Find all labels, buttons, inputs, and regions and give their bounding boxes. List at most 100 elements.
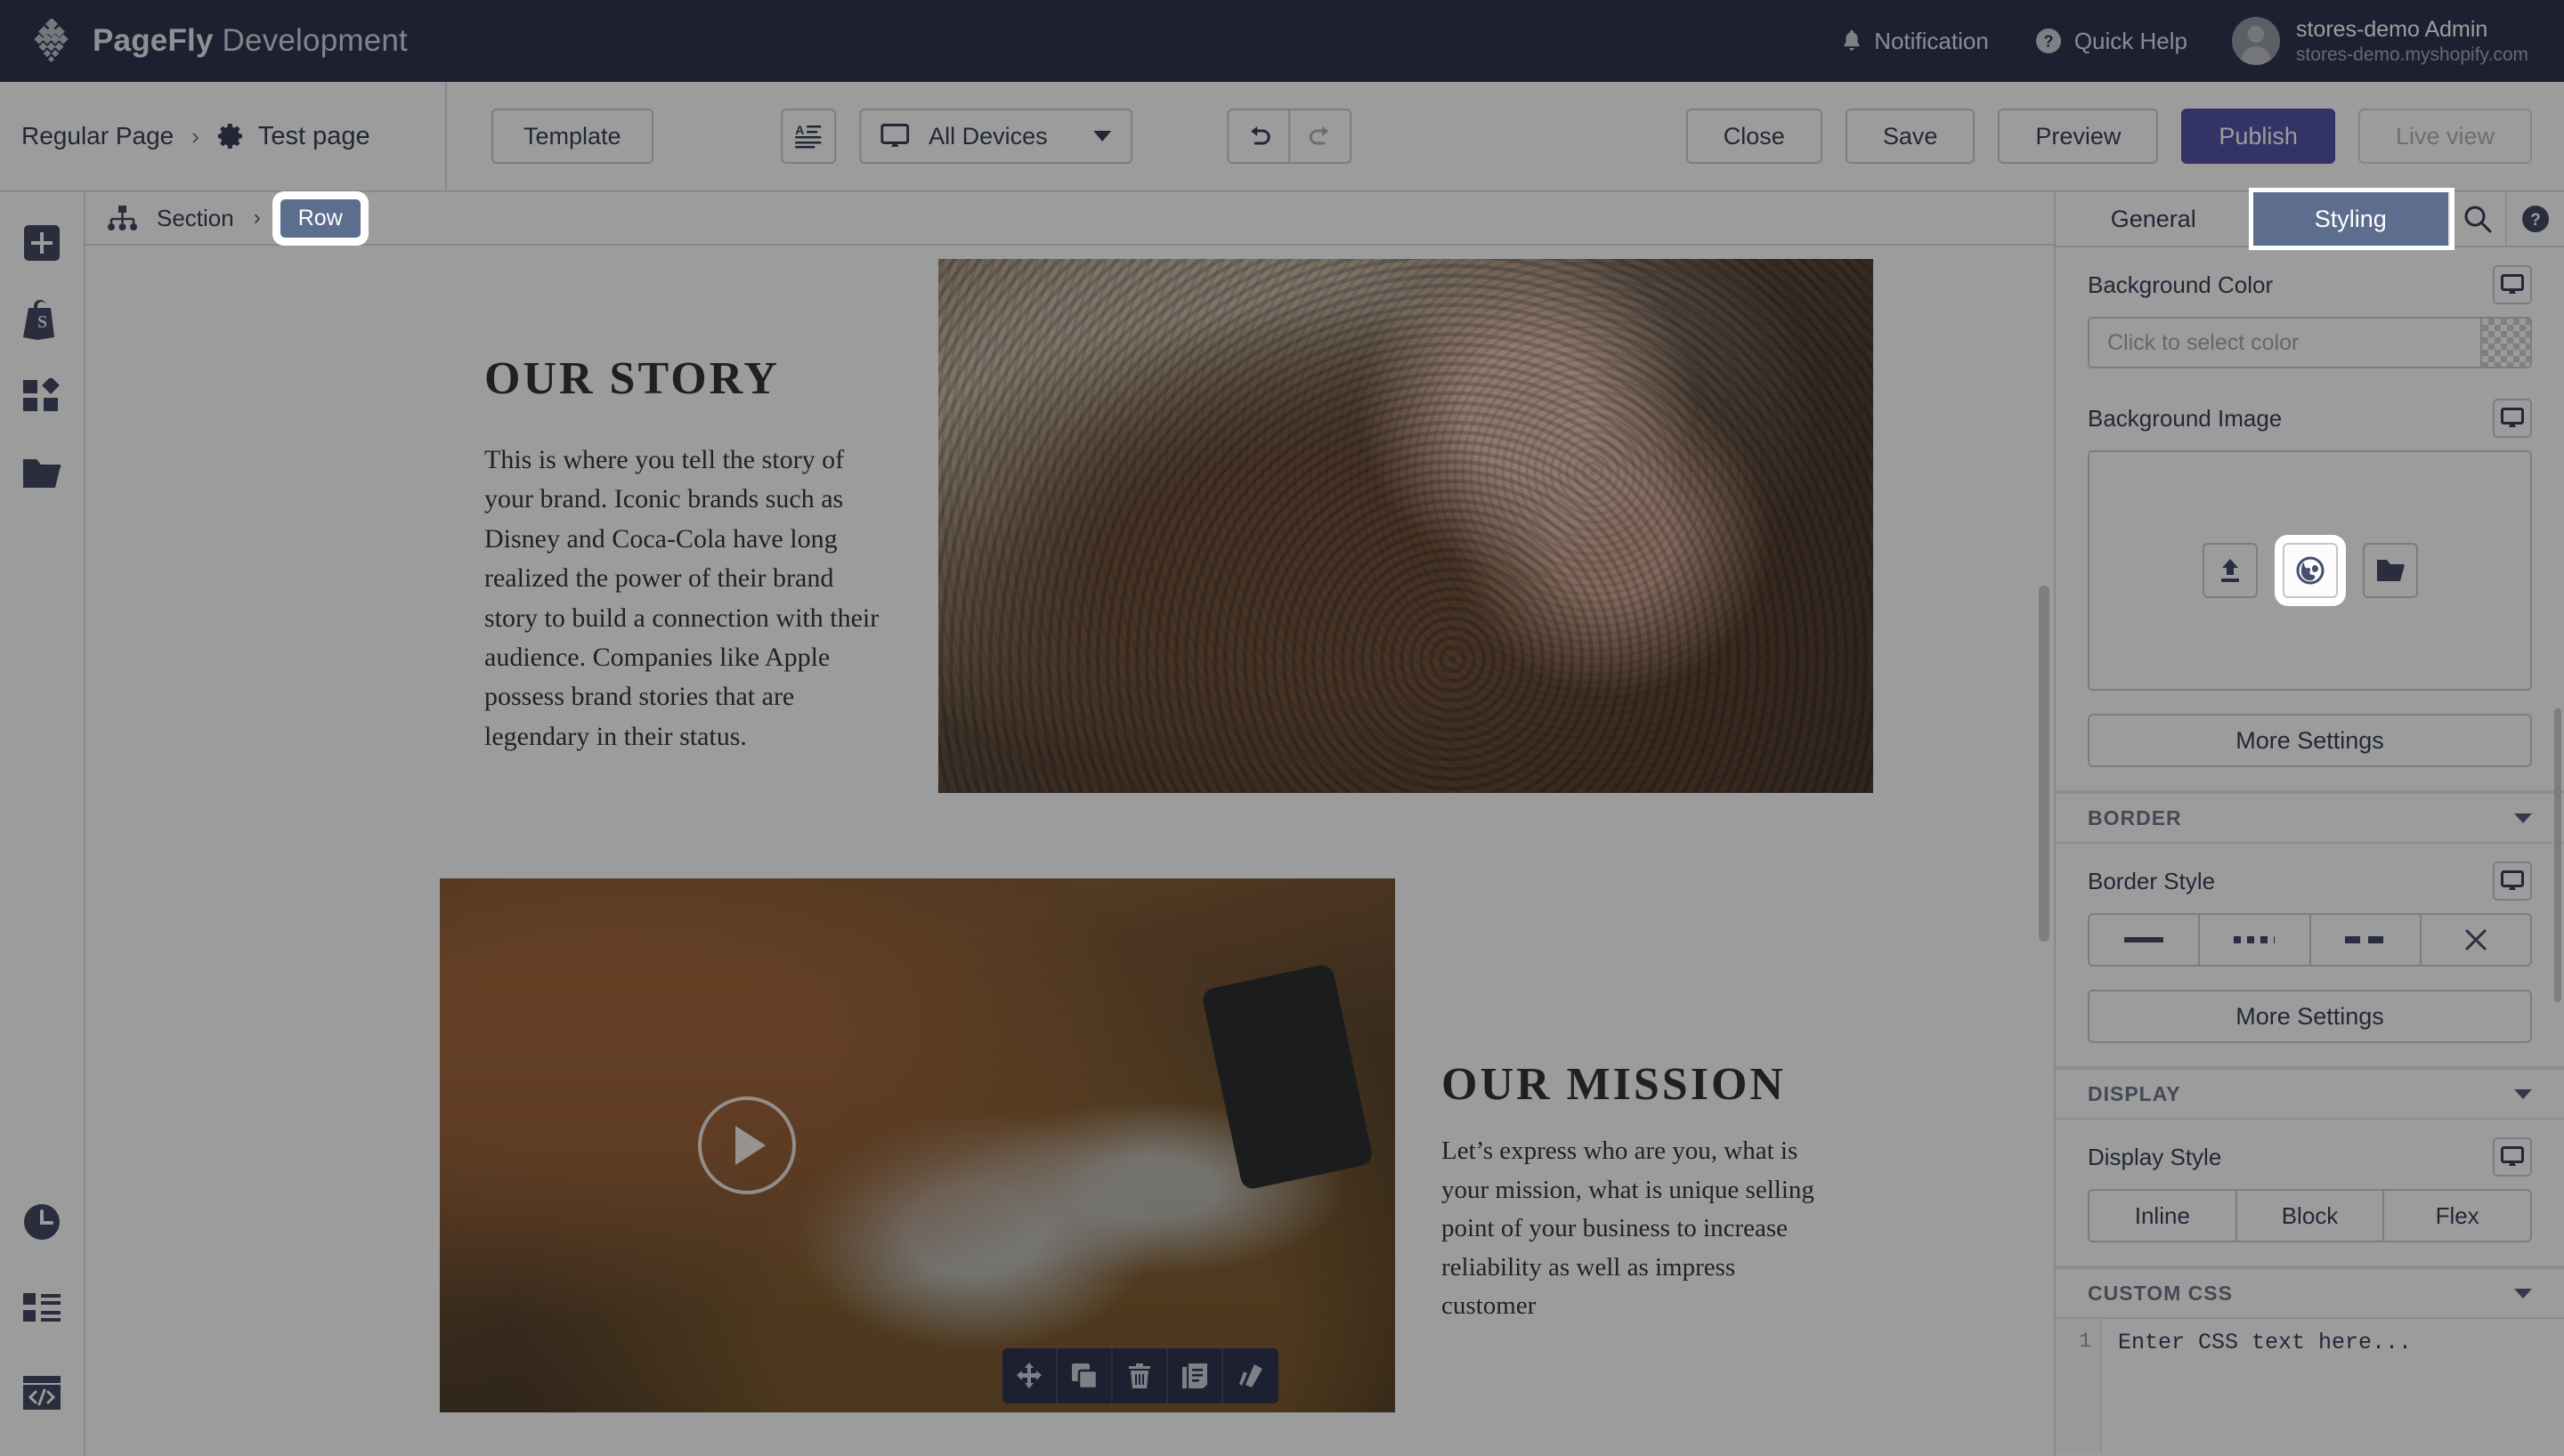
our-story-row[interactable]: OUR STORY This is where you tell the sto… <box>440 247 1874 793</box>
background-color-device-button[interactable] <box>2493 265 2532 304</box>
pagefly-diamond-logo <box>34 19 69 63</box>
redo-button[interactable] <box>1289 109 1352 164</box>
browse-library-button[interactable] <box>2362 543 2418 598</box>
style-element-button[interactable] <box>1223 1348 1278 1403</box>
background-color-input[interactable]: Click to select color <box>2088 317 2480 368</box>
device-selector[interactable]: All Devices <box>859 109 1133 164</box>
save-library-icon <box>1182 1363 1207 1388</box>
custom-code-button[interactable] <box>21 1372 62 1413</box>
custom-css-section-header[interactable]: CUSTOM CSS <box>2056 1267 2564 1319</box>
undo-arrow-icon <box>1251 126 1270 145</box>
close-button[interactable]: Close <box>1685 109 1822 164</box>
border-dashed-icon <box>2344 936 2386 943</box>
right-settings-panel: General Styling ? Background Color Click… <box>2054 192 2564 1456</box>
background-image-dropzone[interactable] <box>2088 450 2532 691</box>
image-from-url-button[interactable] <box>2282 543 2338 598</box>
display-flex-option[interactable]: Flex <box>2384 1189 2533 1242</box>
version-history-button[interactable] <box>21 1201 62 1242</box>
border-style-label: Border Style <box>2088 867 2216 894</box>
assets-folder-button[interactable] <box>21 452 62 493</box>
display-inline-option[interactable]: Inline <box>2088 1189 2237 1242</box>
tab-general[interactable]: General <box>2056 192 2253 246</box>
canvas-scrollbar-thumb[interactable] <box>2039 586 2049 942</box>
canvas-scrollbar[interactable] <box>2038 247 2050 1456</box>
breadcrumb-separator: › <box>191 122 199 150</box>
background-color-label: Background Color <box>2088 271 2274 298</box>
move-element-button[interactable] <box>1002 1348 1058 1403</box>
background-image-device-button[interactable] <box>2493 399 2532 438</box>
delete-element-button[interactable] <box>1113 1348 1168 1403</box>
sections-library-button[interactable] <box>21 376 62 417</box>
page-settings-button[interactable]: Test page <box>217 122 370 151</box>
our-mission-row[interactable]: OUR MISSION Let’s express who are you, w… <box>440 878 1873 1412</box>
chevron-down-icon <box>2514 1088 2532 1099</box>
coffee-beans-image[interactable] <box>937 259 1874 793</box>
border-style-head: Border Style <box>2088 861 2532 901</box>
play-circle-icon[interactable] <box>698 1096 796 1194</box>
save-to-library-button[interactable] <box>1168 1348 1223 1403</box>
toolbar-center-controls: A All Devices <box>781 109 1352 164</box>
quick-help-button[interactable]: ? Quick Help <box>2012 28 2211 55</box>
close-x-icon <box>2465 929 2487 950</box>
breadcrumb-root-link[interactable]: Regular Page <box>21 122 174 150</box>
brand-name: PageFly <box>93 23 214 58</box>
text-format-button[interactable]: A <box>781 109 837 164</box>
display-block-option[interactable]: Block <box>2236 1189 2385 1242</box>
background-more-settings-button[interactable]: More Settings <box>2088 714 2532 767</box>
folder-icon <box>23 459 61 488</box>
display-style-device-button[interactable] <box>2493 1137 2532 1177</box>
left-sidebar-rail: S <box>0 192 85 1456</box>
background-image-head: Background Image <box>2088 399 2532 438</box>
editor-canvas: OUR STORY This is where you tell the sto… <box>85 247 2050 1456</box>
question-circle-icon: ? <box>2035 28 2061 53</box>
shopify-elements-button[interactable]: S <box>21 299 62 340</box>
preview-button[interactable]: Preview <box>1998 109 2159 164</box>
notification-button[interactable]: Notification <box>1819 28 2012 55</box>
globe-icon <box>2296 556 2324 585</box>
display-section-header[interactable]: DISPLAY <box>2056 1068 2564 1120</box>
user-shop-domain: stores-demo.myshopify.com <box>2295 44 2528 65</box>
chevron-down-icon <box>1093 131 1112 142</box>
clock-icon <box>24 1204 60 1240</box>
duplicate-icon <box>1072 1363 1098 1389</box>
live-view-button[interactable]: Live view <box>2357 109 2532 164</box>
breadcrumb-row-chip[interactable]: Row <box>280 198 361 238</box>
avatar <box>2231 17 2280 65</box>
add-element-button[interactable] <box>21 222 62 263</box>
publish-button[interactable]: Publish <box>2181 109 2335 164</box>
panel-scrollbar-thumb[interactable] <box>2554 708 2561 1002</box>
page-name: Test page <box>257 121 370 150</box>
panel-search-button[interactable] <box>2450 192 2507 246</box>
breadcrumb: Regular Page › Test page <box>0 82 447 190</box>
duplicate-element-button[interactable] <box>1058 1348 1113 1403</box>
save-button[interactable]: Save <box>1845 109 1976 164</box>
border-solid-option[interactable] <box>2088 913 2201 967</box>
user-account-button[interactable]: stores-demo Admin stores-demo.myshopify.… <box>2211 17 2528 66</box>
background-color-control: Click to select color <box>2088 317 2532 368</box>
breadcrumb-section[interactable]: Section <box>157 205 234 232</box>
tab-styling[interactable]: Styling <box>2252 192 2450 246</box>
css-text-input[interactable]: Enter CSS text here... <box>2102 1319 2564 1452</box>
editor-toolbar: Regular Page › Test page Template A All … <box>0 82 2564 192</box>
border-more-settings-button[interactable]: More Settings <box>2088 990 2532 1043</box>
panel-help-button[interactable]: ? <box>2507 192 2564 246</box>
border-section-header[interactable]: BORDER <box>2056 792 2564 844</box>
svg-text:S: S <box>37 312 47 332</box>
template-button[interactable]: Template <box>491 109 653 164</box>
coffee-video-element[interactable] <box>440 878 1395 1412</box>
border-style-device-button[interactable] <box>2493 861 2532 901</box>
background-color-swatch[interactable] <box>2480 317 2532 368</box>
border-section-title: BORDER <box>2088 805 2182 829</box>
border-none-option[interactable] <box>2421 913 2532 967</box>
layers-list-button[interactable] <box>21 1287 62 1328</box>
upload-image-button[interactable] <box>2202 543 2258 598</box>
desktop-icon <box>2501 274 2524 294</box>
undo-button[interactable] <box>1227 109 1290 164</box>
border-dashed-option[interactable] <box>2310 913 2422 967</box>
brand-area[interactable]: PageFly Development <box>30 19 408 63</box>
border-dotted-option[interactable] <box>2200 913 2311 967</box>
custom-css-editor[interactable]: 1 Enter CSS text here... <box>2056 1319 2564 1452</box>
grid-shapes-icon <box>23 378 60 411</box>
desktop-icon <box>880 124 910 147</box>
border-settings-group: Border Style More Settings <box>2056 844 2564 1068</box>
